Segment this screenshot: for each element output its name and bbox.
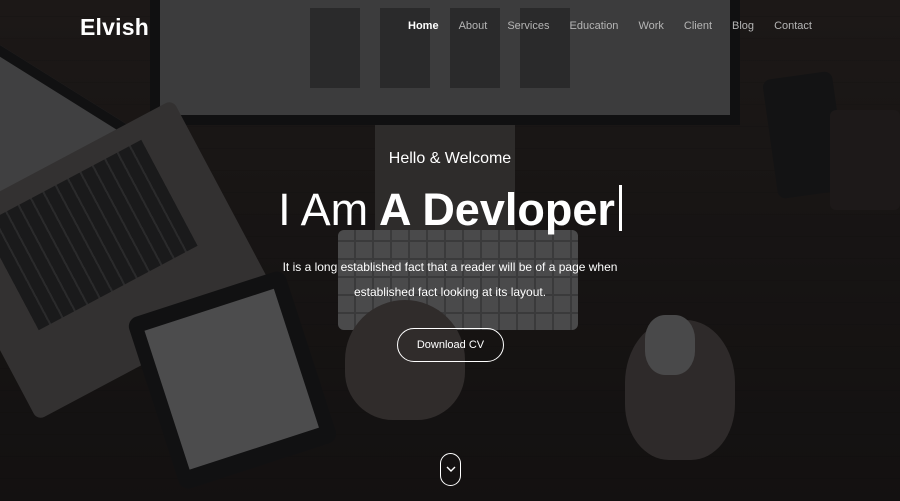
site-logo[interactable]: Elvish: [80, 14, 149, 41]
nav-item-client[interactable]: Client: [684, 20, 712, 36]
typing-cursor: [618, 185, 622, 231]
main-nav: Home About Services Education Work Clien…: [408, 20, 812, 36]
headline-bold-text: A Devloper: [378, 184, 615, 235]
hero-description-line-2: established fact looking at its layout.: [353, 285, 547, 299]
dark-overlay: [0, 0, 900, 501]
nav-item-about[interactable]: About: [459, 20, 488, 36]
chevron-down-icon: [446, 466, 455, 472]
hero-headline: I Am A Devloper: [0, 183, 900, 237]
nav-item-home[interactable]: Home: [408, 20, 439, 36]
nav-item-work[interactable]: Work: [638, 20, 663, 36]
nav-item-education[interactable]: Education: [570, 20, 619, 36]
nav-item-contact[interactable]: Contact: [774, 20, 812, 36]
download-cv-button[interactable]: Download CV: [397, 328, 504, 362]
hero-description: It is a long established fact that a rea…: [250, 255, 650, 305]
nav-item-services[interactable]: Services: [507, 20, 549, 36]
nav-item-blog[interactable]: Blog: [732, 20, 754, 36]
hero-background: [0, 0, 900, 501]
scroll-down-button[interactable]: [440, 453, 461, 486]
hero-description-line-1: It is a long established fact that a rea…: [282, 260, 618, 274]
headline-light-text: I Am: [278, 184, 369, 235]
hero-greeting: Hello & Welcome: [388, 150, 512, 167]
